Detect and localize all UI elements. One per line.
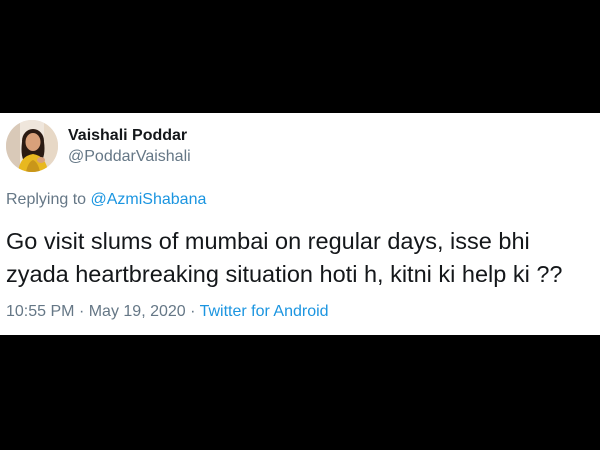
replying-to-line: Replying to @AzmiShabana (6, 191, 206, 209)
reply-mention-link[interactable]: @AzmiShabana (91, 191, 207, 208)
tweet-time[interactable]: 10:55 PM (6, 303, 74, 320)
tweet-card: Vaishali Poddar @PoddarVaishali Replying… (0, 113, 600, 335)
meta-separator: · (78, 303, 85, 320)
cropped-text-fragment-icon (0, 334, 600, 335)
author-handle[interactable]: @PoddarVaishali (68, 148, 191, 166)
cropped-stats-row (0, 328, 600, 335)
meta-separator: · (190, 303, 196, 320)
screenshot-stage: Vaishali Poddar @PoddarVaishali Replying… (0, 0, 600, 450)
tweet-meta: 10:55 PM · May 19, 2020 · Twitter for An… (6, 303, 329, 321)
replying-to-label: Replying to (6, 191, 87, 208)
tweet-source-link[interactable]: Twitter for Android (200, 303, 329, 320)
avatar[interactable] (6, 120, 58, 172)
tweet-text: Go visit slums of mumbai on regular days… (6, 228, 563, 287)
profile-photo-icon (6, 120, 58, 172)
tweet-date[interactable]: May 19, 2020 (89, 303, 186, 320)
author-name[interactable]: Vaishali Poddar (68, 127, 187, 145)
